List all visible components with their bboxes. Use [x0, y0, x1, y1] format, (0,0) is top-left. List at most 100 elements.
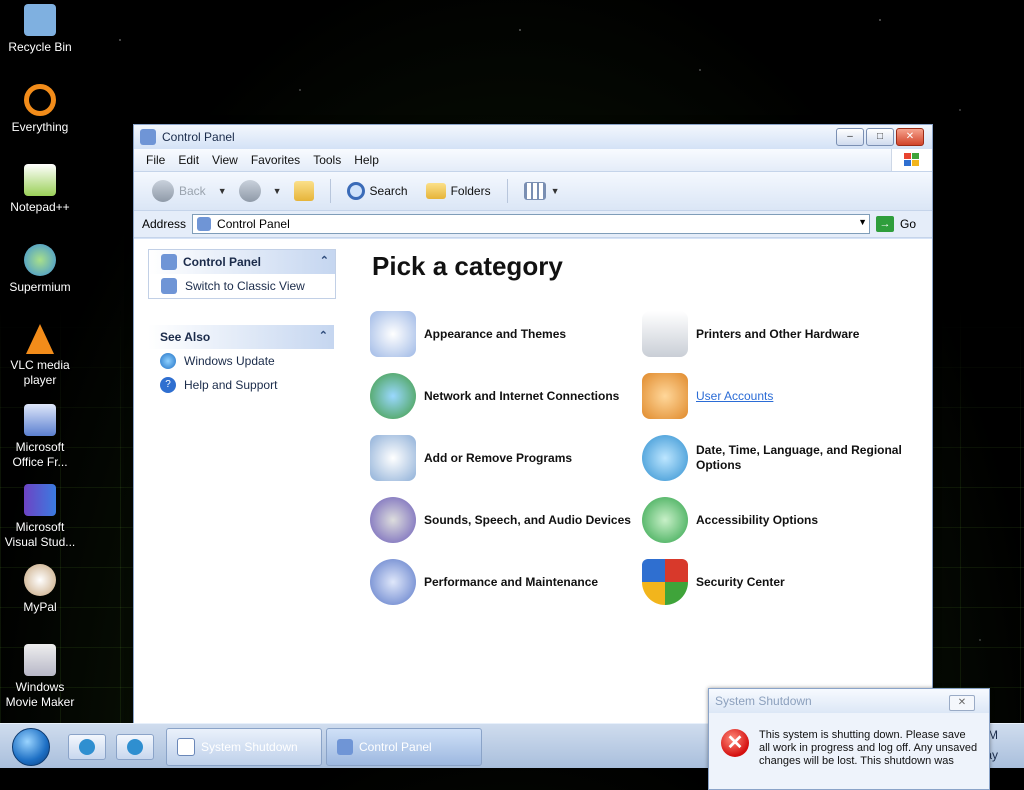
category-printers-hardware[interactable]: Printers and Other Hardware	[642, 311, 912, 357]
views-grid-icon	[523, 182, 546, 200]
internet-explorer-icon	[79, 739, 95, 755]
windows-logo-icon	[891, 149, 932, 171]
desktop-icon-supermium[interactable]: Supermium	[0, 244, 80, 295]
category-label: Date, Time, Language, and Regional Optio…	[696, 443, 902, 472]
desktop-icon-label: Everything	[11, 120, 69, 134]
menu-bar: File Edit View Favorites Tools Help	[134, 149, 932, 171]
network-globe-icon	[370, 373, 416, 419]
control-panel-icon	[161, 254, 177, 270]
category-user-accounts[interactable]: User Accounts	[642, 373, 912, 419]
menu-view[interactable]: View	[212, 153, 246, 167]
supermium-browser-icon	[24, 244, 56, 276]
sounds-speaker-icon	[370, 497, 416, 543]
desktop-icon-label: MyPal	[23, 600, 57, 614]
address-input[interactable]: Control Panel ▼	[192, 214, 871, 234]
control-panel-icon	[140, 129, 156, 145]
switch-classic-view-link[interactable]: Switch to Classic View	[149, 274, 335, 298]
windows-update-link[interactable]: Windows Update	[148, 349, 334, 373]
folders-button[interactable]: Folders	[420, 183, 497, 199]
category-accessibility[interactable]: Accessibility Options	[642, 497, 912, 543]
window-title: Control Panel	[162, 130, 235, 144]
desktop-icon-movie-maker[interactable]: Windows Movie Maker	[0, 644, 80, 710]
notepad-plus-plus-icon	[24, 164, 56, 196]
help-icon: ?	[160, 377, 176, 393]
quicklaunch-ie[interactable]	[68, 734, 106, 760]
dialog-titlebar[interactable]: System Shutdown	[709, 689, 989, 713]
see-also-pane: See Also ⌃ Windows Update ? Help and Sup…	[148, 325, 334, 397]
recycle-bin-icon	[24, 4, 56, 36]
forward-dropdown-icon[interactable]: ▼	[273, 186, 282, 196]
dialog-close-button[interactable]: ✕	[949, 695, 975, 711]
up-folder-button[interactable]	[288, 181, 320, 201]
category-appearance-themes[interactable]: Appearance and Themes	[370, 311, 640, 357]
control-panel-icon	[337, 739, 353, 755]
category-add-remove-programs[interactable]: Add or Remove Programs	[370, 435, 640, 481]
category-network-internet[interactable]: Network and Internet Connections	[370, 373, 640, 419]
up-folder-icon	[293, 181, 314, 201]
maximize-button[interactable]: □	[866, 128, 894, 146]
help-and-support-link[interactable]: ? Help and Support	[148, 373, 334, 397]
windows-update-icon	[160, 353, 176, 369]
office-frontpage-icon	[24, 404, 56, 436]
date-time-globe-icon	[642, 435, 688, 481]
minimize-button[interactable]: ‒	[836, 128, 864, 146]
link-label: Switch to Classic View	[185, 279, 305, 293]
folders-icon	[425, 183, 446, 199]
desktop-icon-recycle-bin[interactable]: Recycle Bin	[0, 4, 80, 55]
toolbar: Back ▼ ▼ Search Folders ▼	[134, 171, 932, 210]
link-label: Help and Support	[184, 378, 278, 392]
views-button[interactable]: ▼	[518, 182, 566, 200]
everything-search-icon	[24, 84, 56, 116]
back-dropdown-icon[interactable]: ▼	[218, 186, 227, 196]
menu-help[interactable]: Help	[354, 153, 387, 167]
collapse-chevron-icon[interactable]: ⌃	[319, 329, 328, 342]
go-arrow-icon: →	[876, 216, 895, 232]
see-also-pane-header[interactable]: See Also ⌃	[148, 325, 334, 349]
go-label: Go	[900, 217, 917, 231]
desktop-icon-label: VLC media player	[10, 358, 70, 387]
close-button[interactable]: ✕	[896, 128, 924, 146]
desktop-icon-label: Microsoft Visual Stud...	[4, 520, 76, 549]
category-label: Accessibility Options	[696, 512, 819, 527]
search-icon	[346, 182, 365, 200]
dialog-title: System Shutdown	[715, 694, 812, 708]
user-accounts-icon	[642, 373, 688, 419]
menu-edit[interactable]: Edit	[178, 153, 207, 167]
collapse-chevron-icon[interactable]: ⌃	[320, 254, 329, 267]
category-date-time-language[interactable]: Date, Time, Language, and Regional Optio…	[642, 435, 912, 481]
category-security-center[interactable]: Security Center	[642, 559, 912, 605]
address-label: Address	[142, 217, 187, 231]
back-label: Back	[179, 184, 206, 198]
desktop-icon-office-frontpage[interactable]: Microsoft Office Fr...	[0, 404, 80, 470]
forward-button[interactable]	[233, 180, 267, 202]
address-dropdown-icon[interactable]: ▼	[858, 217, 867, 227]
menu-tools[interactable]: Tools	[313, 153, 349, 167]
menu-file[interactable]: File	[146, 153, 173, 167]
accessibility-icon	[642, 497, 688, 543]
desktop-icon-label: Microsoft Office Fr...	[12, 440, 68, 469]
desktop-icon-label: Recycle Bin	[8, 40, 72, 54]
menu-favorites[interactable]: Favorites	[251, 153, 308, 167]
control-panel-pane: Control Panel ⌃ Switch to Classic View	[148, 249, 336, 299]
category-label: Sounds, Speech, and Audio Devices	[424, 512, 631, 527]
desktop-icon-notepad-plus-plus[interactable]: Notepad++	[0, 164, 80, 215]
category-sounds-audio[interactable]: Sounds, Speech, and Audio Devices	[370, 497, 640, 543]
search-button[interactable]: Search	[341, 182, 414, 200]
desktop-icon-mypal[interactable]: MyPal	[0, 564, 80, 615]
address-value: Control Panel	[217, 217, 290, 231]
desktop-icon-everything[interactable]: Everything	[0, 84, 80, 135]
window-titlebar[interactable]: Control Panel ‒ □ ✕	[134, 125, 932, 149]
taskbar-item-system-shutdown[interactable]: System Shutdown	[166, 728, 322, 766]
back-button[interactable]: Back	[146, 180, 212, 202]
start-button[interactable]	[12, 728, 50, 766]
go-button[interactable]: → Go	[876, 216, 916, 232]
quicklaunch-ie-2[interactable]	[116, 734, 154, 760]
taskbar-item-control-panel[interactable]: Control Panel	[326, 728, 482, 766]
pane-title: Control Panel	[183, 255, 262, 269]
control-panel-pane-header[interactable]: Control Panel ⌃	[149, 250, 335, 274]
desktop-icon-visual-studio[interactable]: Microsoft Visual Stud...	[0, 484, 80, 550]
mypal-icon	[24, 564, 56, 596]
category-performance-maintenance[interactable]: Performance and Maintenance	[370, 559, 640, 605]
desktop-icon-label: Windows Movie Maker	[5, 680, 75, 709]
desktop-icon-vlc[interactable]: VLC media player	[0, 324, 80, 388]
